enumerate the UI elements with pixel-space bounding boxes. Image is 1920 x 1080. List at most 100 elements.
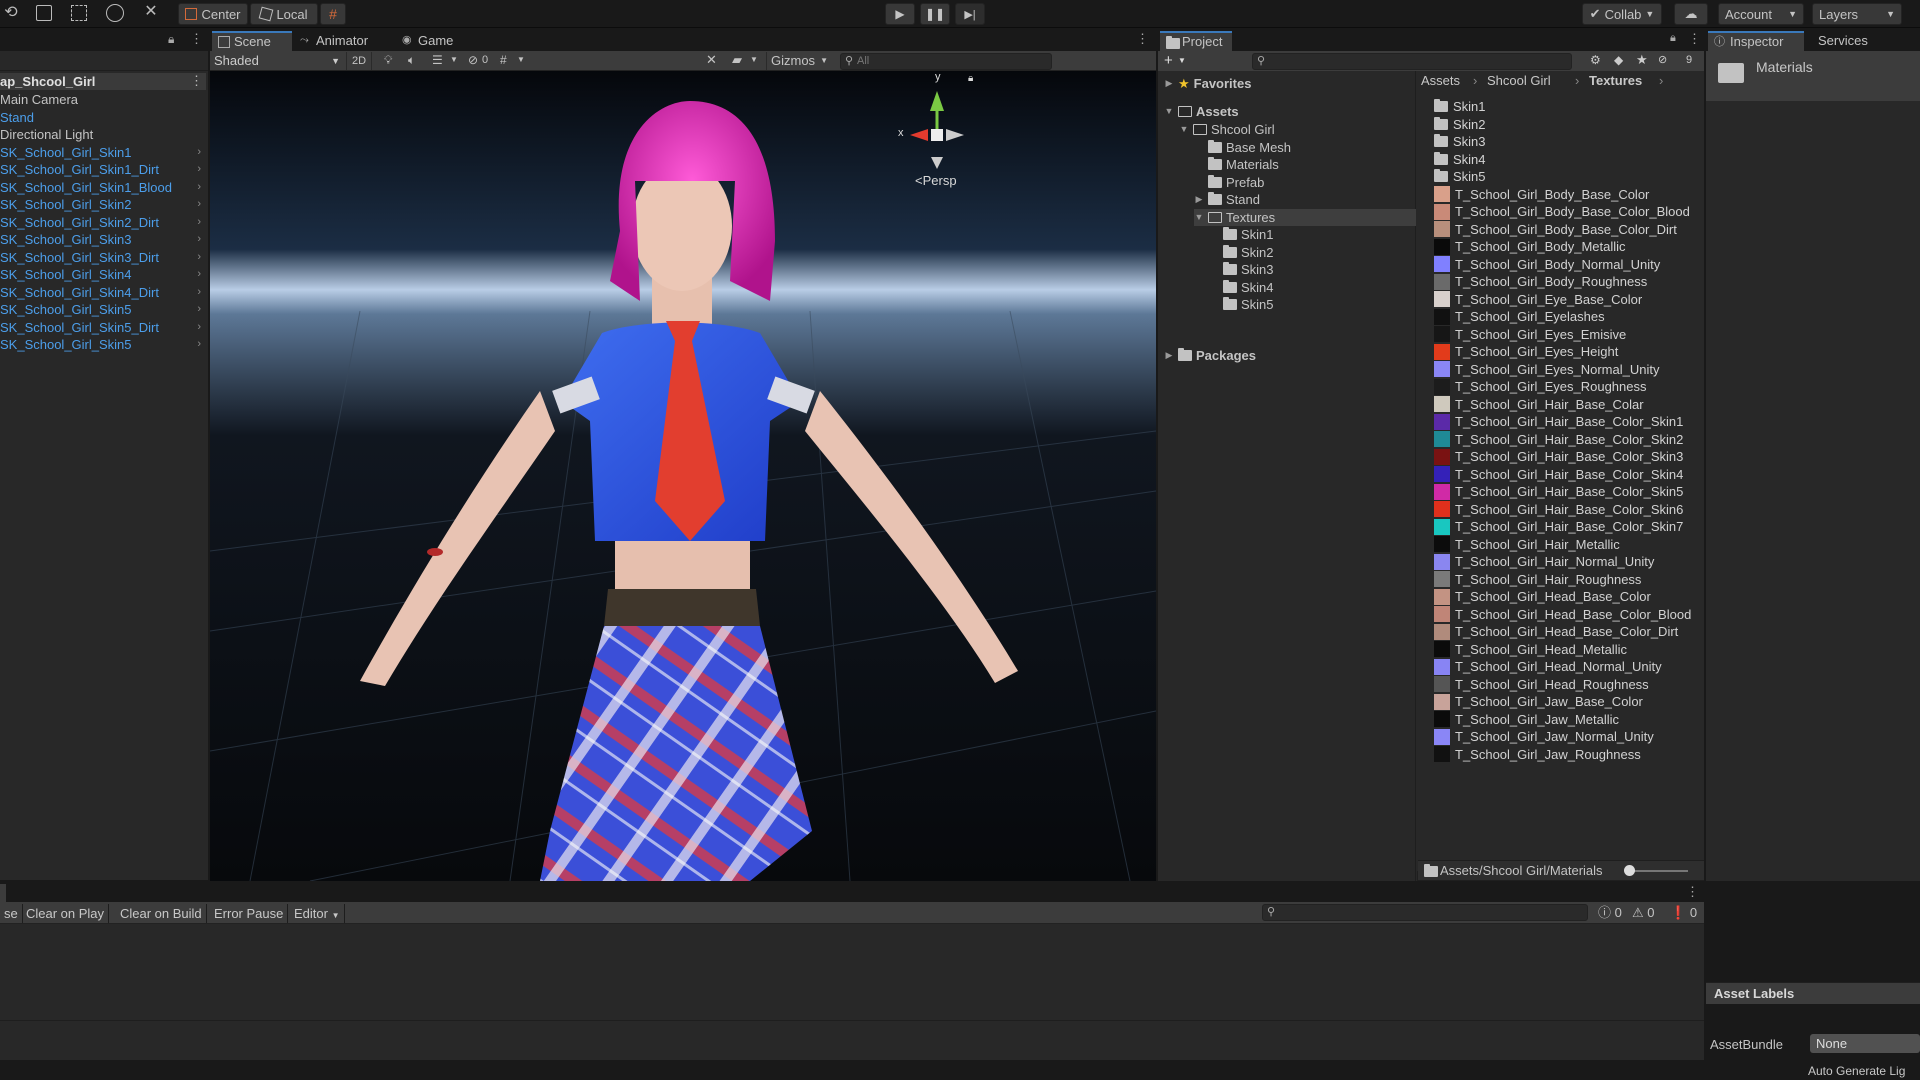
- search-by-type-icon[interactable]: ⚙: [1590, 53, 1601, 67]
- breadcrumb-assets[interactable]: Assets: [1421, 71, 1460, 91]
- layers-dropdown[interactable]: Layers ▼: [1812, 3, 1902, 25]
- project-folder-item[interactable]: Skin4: [1209, 279, 1274, 296]
- asset-folder-item[interactable]: Skin2: [1434, 116, 1486, 133]
- hierarchy-item[interactable]: SK_School_Girl_Skin1 ›: [0, 144, 205, 161]
- asset-folder-item[interactable]: Skin1: [1434, 98, 1486, 115]
- more-menu-icon[interactable]: ⋮: [1686, 884, 1699, 900]
- assetbundle-dropdown[interactable]: None: [1810, 1034, 1920, 1053]
- effects-toggle-icon[interactable]: ☰: [432, 53, 443, 67]
- clear-button[interactable]: se: [0, 904, 23, 923]
- hierarchy-item[interactable]: SK_School_Girl_Skin4 ›: [0, 266, 205, 283]
- texture-asset-item[interactable]: T_School_Girl_Head_Base_Color_Dirt: [1434, 623, 1678, 640]
- project-folder-item[interactable]: Skin2: [1209, 244, 1274, 261]
- create-add-icon[interactable]: +: [1164, 52, 1173, 69]
- lock-icon[interactable]: 🔒︎: [168, 32, 174, 47]
- scene-menu-icon[interactable]: ⋮: [190, 73, 203, 89]
- persp-toggle[interactable]: <Persp: [915, 173, 957, 188]
- icon-size-slider-handle[interactable]: [1624, 865, 1635, 876]
- tab-inspector[interactable]: ⓘ Inspector: [1708, 31, 1804, 51]
- texture-asset-item[interactable]: T_School_Girl_Hair_Base_Color_Skin4: [1434, 466, 1683, 483]
- asset-folder-item[interactable]: Skin4: [1434, 151, 1486, 168]
- scale-tool-icon[interactable]: [36, 5, 52, 21]
- gizmos-dropdown[interactable]: Gizmos ▼: [766, 52, 832, 70]
- project-folder-item[interactable]: Base Mesh: [1194, 139, 1291, 156]
- transform-tool-icon[interactable]: [106, 4, 124, 22]
- 2d-toggle[interactable]: 2D: [346, 52, 372, 70]
- collab-dropdown[interactable]: ✔ Collab ▼: [1582, 3, 1662, 25]
- gizmo-lock-icon[interactable]: 🔒︎: [968, 73, 973, 84]
- project-folder-item[interactable]: Prefab: [1194, 174, 1264, 191]
- texture-asset-item[interactable]: T_School_Girl_Hair_Base_Color_Skin1: [1434, 413, 1683, 430]
- favorite-star-icon[interactable]: ★: [1636, 52, 1648, 68]
- texture-asset-item[interactable]: T_School_Girl_Eyelashes: [1434, 308, 1605, 325]
- console-search-input[interactable]: [1262, 904, 1588, 921]
- console-tab[interactable]: [0, 884, 6, 902]
- hierarchy-item[interactable]: Directional Light: [0, 126, 205, 143]
- custom-tool-icon[interactable]: ✕: [142, 3, 160, 21]
- more-menu-icon[interactable]: ⋮: [1688, 31, 1701, 47]
- texture-asset-item[interactable]: T_School_Girl_Eyes_Normal_Unity: [1434, 361, 1659, 378]
- caret-down-icon[interactable]: ▼: [1164, 103, 1174, 120]
- hierarchy-search-bar[interactable]: [0, 51, 208, 71]
- clear-on-build-toggle[interactable]: Clear on Build: [116, 904, 207, 923]
- chevron-right-icon[interactable]: ›: [197, 301, 201, 318]
- hierarchy-item[interactable]: SK_School_Girl_Skin4_Dirt ›: [0, 284, 205, 301]
- texture-asset-item[interactable]: T_School_Girl_Hair_Base_Color_Skin5: [1434, 483, 1683, 500]
- cloud-button[interactable]: ☁: [1674, 3, 1708, 25]
- caret-down-icon[interactable]: ▼: [1194, 209, 1204, 226]
- pause-button[interactable]: ❚❚: [920, 3, 950, 25]
- grid-snap-button[interactable]: #: [320, 3, 346, 25]
- error-count-toggle[interactable]: ❗ 0: [1670, 904, 1702, 922]
- project-folder-item[interactable]: Skin1: [1209, 226, 1274, 243]
- texture-asset-item[interactable]: T_School_Girl_Jaw_Roughness: [1434, 746, 1641, 763]
- texture-asset-item[interactable]: T_School_Girl_Hair_Base_Colar: [1434, 396, 1644, 413]
- texture-asset-item[interactable]: T_School_Girl_Head_Normal_Unity: [1434, 658, 1662, 675]
- texture-asset-item[interactable]: T_School_Girl_Hair_Normal_Unity: [1434, 553, 1654, 570]
- hierarchy-item[interactable]: Stand: [0, 109, 205, 126]
- asset-labels-header[interactable]: Asset Labels: [1706, 982, 1920, 1004]
- hidden-packages-icon[interactable]: ⊘: [1658, 53, 1667, 66]
- label-filter-icon[interactable]: ◆: [1614, 53, 1623, 67]
- hierarchy-item[interactable]: SK_School_Girl_Skin5 ›: [0, 336, 205, 353]
- asset-folder-item[interactable]: Skin3: [1434, 133, 1486, 150]
- chevron-down-icon[interactable]: ▼: [1178, 56, 1186, 65]
- project-folder-item[interactable]: ▶ Stand: [1194, 191, 1260, 208]
- texture-asset-item[interactable]: T_School_Girl_Hair_Base_Color_Skin3: [1434, 448, 1683, 465]
- scene-viewport[interactable]: x y 🔒︎ <Persp: [210, 71, 1156, 881]
- asset-folder-item[interactable]: Skin5: [1434, 168, 1486, 185]
- lighting-toggle-icon[interactable]: 💡︎: [384, 53, 392, 68]
- warning-count-toggle[interactable]: ⚠ 0: [1632, 904, 1664, 922]
- project-folder-item[interactable]: Materials: [1194, 156, 1279, 173]
- caret-right-icon[interactable]: ▶: [1194, 191, 1204, 208]
- hierarchy-item[interactable]: Main Camera: [0, 91, 205, 108]
- caret-down-icon[interactable]: ▼: [1179, 121, 1189, 138]
- tab-services[interactable]: Services: [1808, 31, 1878, 51]
- chevron-right-icon[interactable]: ›: [197, 336, 201, 353]
- project-folder-item[interactable]: ▼ Shcool Girl: [1179, 121, 1275, 138]
- texture-asset-item[interactable]: T_School_Girl_Body_Metallic: [1434, 238, 1626, 255]
- chevron-right-icon[interactable]: ›: [197, 214, 201, 231]
- tab-project[interactable]: Project: [1160, 31, 1232, 51]
- texture-asset-item[interactable]: T_School_Girl_Hair_Base_Color_Skin7: [1434, 518, 1683, 535]
- scene-search-input[interactable]: All: [840, 53, 1052, 70]
- chevron-right-icon[interactable]: ›: [197, 266, 201, 283]
- chevron-right-icon[interactable]: ›: [197, 319, 201, 336]
- tab-animator[interactable]: ⤳ Animator: [294, 31, 378, 51]
- project-folder-item[interactable]: Skin5: [1209, 296, 1274, 313]
- project-folder-item[interactable]: ▼ Textures: [1194, 208, 1416, 226]
- texture-asset-item[interactable]: T_School_Girl_Body_Roughness: [1434, 273, 1647, 290]
- chevron-right-icon[interactable]: ›: [197, 144, 201, 161]
- favorites-item[interactable]: ▶ ★ Favorites: [1164, 75, 1252, 92]
- texture-asset-item[interactable]: T_School_Girl_Body_Normal_Unity: [1434, 256, 1660, 273]
- breadcrumb-school-girl[interactable]: Shcool Girl: [1487, 71, 1551, 91]
- breadcrumb-textures[interactable]: Textures: [1589, 71, 1642, 91]
- more-menu-icon[interactable]: ⋮: [190, 31, 203, 47]
- shading-mode-dropdown[interactable]: Shaded ▼: [212, 52, 340, 70]
- caret-right-icon[interactable]: ▶: [1164, 347, 1174, 364]
- texture-asset-item[interactable]: T_School_Girl_Head_Base_Color: [1434, 588, 1651, 605]
- chevron-right-icon[interactable]: ›: [197, 179, 201, 196]
- account-dropdown[interactable]: Account ▼: [1718, 3, 1804, 25]
- texture-asset-item[interactable]: T_School_Girl_Eyes_Roughness: [1434, 378, 1647, 395]
- texture-asset-item[interactable]: T_School_Girl_Hair_Roughness: [1434, 571, 1641, 588]
- tab-scene[interactable]: Scene: [212, 31, 292, 51]
